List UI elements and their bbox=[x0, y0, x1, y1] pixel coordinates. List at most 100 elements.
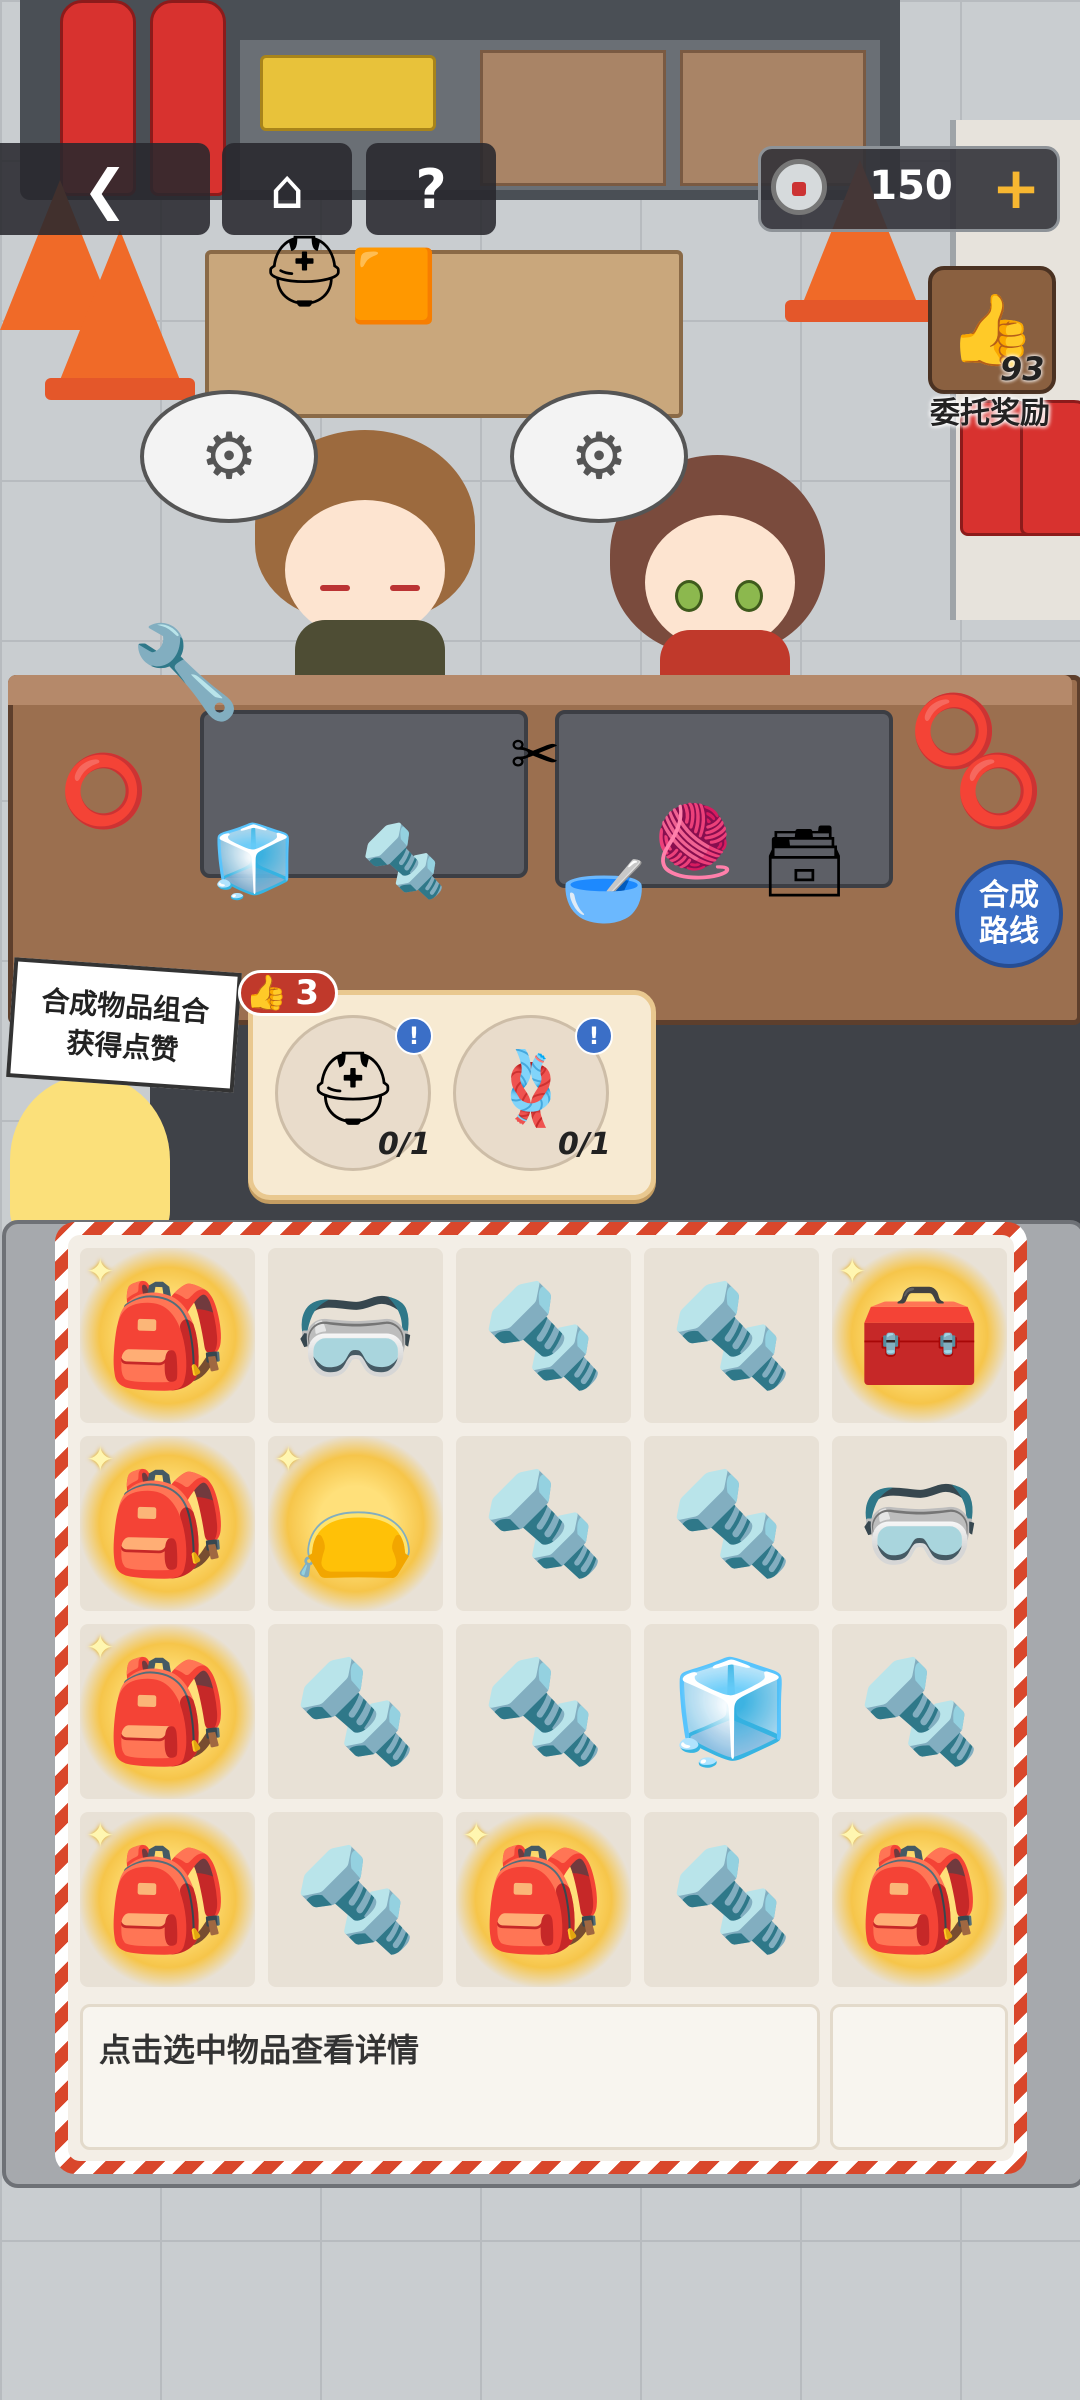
hint-sign: 合成物品组合 获得点赞 bbox=[6, 957, 242, 1093]
gem-box: 🗃 bbox=[760, 820, 849, 902]
gear-icon: ⚙ bbox=[570, 419, 628, 494]
task-panel: ⛑ ! 0/1 🪢 ! 0/1 bbox=[248, 990, 656, 1200]
white-helmet: ⛑ bbox=[260, 230, 349, 312]
tape-roll: ⭕ bbox=[955, 750, 1043, 832]
rescue-backpack-icon: 🎒 bbox=[105, 1276, 230, 1394]
sparkle-icon: ✦ bbox=[838, 1816, 867, 1856]
sparkle-icon: ✦ bbox=[86, 1440, 115, 1480]
folded-uniform: 🟧 bbox=[350, 245, 438, 327]
inventory-slot[interactable]: 🎒 ✦ bbox=[832, 1812, 1007, 1987]
inventory-slot[interactable]: 🎒 ✦ bbox=[80, 1624, 255, 1799]
anchor-bolt-icon: 🔩 bbox=[669, 1276, 794, 1394]
route-label-line2: 路线 bbox=[979, 914, 1039, 949]
sparkle-icon: ✦ bbox=[274, 1440, 303, 1480]
inventory-slot[interactable]: 🔩 bbox=[456, 1624, 631, 1799]
rescue-backpack-icon: 🎒 bbox=[481, 1840, 606, 1958]
drawstring-bag-icon: 👝 bbox=[293, 1464, 418, 1582]
item-detail-side-slot bbox=[830, 2004, 1008, 2150]
inventory-slot[interactable]: 🔩 bbox=[268, 1812, 443, 1987]
inventory-slot[interactable]: 🎒 ✦ bbox=[80, 1248, 255, 1423]
character-face bbox=[285, 500, 445, 640]
reward-count: 93 bbox=[1000, 350, 1045, 388]
tape-roll: ⭕ bbox=[60, 750, 148, 832]
inventory-slot[interactable]: 🔩 bbox=[832, 1624, 1007, 1799]
rescue-backpack-icon: 🎒 bbox=[105, 1840, 230, 1958]
food-bowl: 🥣 bbox=[560, 850, 648, 932]
home-button[interactable]: ⌂ bbox=[222, 143, 352, 235]
yellow-bin bbox=[260, 55, 436, 131]
inventory-slot[interactable]: 🎒 ✦ bbox=[456, 1812, 631, 1987]
inventory-slot[interactable]: 🎒 ✦ bbox=[80, 1812, 255, 1987]
help-button[interactable]: ? bbox=[366, 143, 496, 235]
traffic-cone bbox=[60, 230, 180, 380]
like-count: 3 bbox=[295, 973, 319, 1013]
first-aid-bag-icon: 🧰 bbox=[857, 1276, 982, 1394]
traffic-cone-base bbox=[45, 378, 195, 400]
inventory-slot[interactable]: 🧊 bbox=[644, 1624, 819, 1799]
sparkle-icon: ✦ bbox=[86, 1628, 115, 1668]
bolts-tray: 🔩 bbox=[360, 820, 448, 902]
rescue-backpack-icon: 🎒 bbox=[857, 1840, 982, 1958]
currency-counter: 150 + bbox=[758, 146, 1060, 232]
inventory-slot[interactable]: 🥽 bbox=[832, 1436, 1007, 1611]
synthesis-route-button[interactable]: 合成 路线 bbox=[955, 860, 1063, 968]
inventory-slot[interactable]: 🔩 bbox=[456, 1436, 631, 1611]
inventory-slot[interactable]: 🔩 bbox=[456, 1248, 631, 1423]
task-progress: 0/1 bbox=[558, 1127, 611, 1162]
task-alert-badge: ! bbox=[575, 1017, 613, 1055]
add-currency-button[interactable]: + bbox=[986, 153, 1046, 223]
gear-thought-bubble[interactable]: ⚙ bbox=[140, 390, 318, 523]
hydraulic-cutter: 🔧 bbox=[130, 620, 243, 725]
pliers: ✂ bbox=[510, 720, 561, 790]
route-label-line1: 合成 bbox=[979, 878, 1039, 913]
character-eye bbox=[675, 580, 703, 612]
inventory-slot[interactable]: 🔩 bbox=[644, 1436, 819, 1611]
character-eye bbox=[320, 585, 350, 591]
inventory-slot[interactable]: 🎒 ✦ bbox=[80, 1436, 255, 1611]
sparkle-icon: ✦ bbox=[86, 1252, 115, 1292]
anchor-bolt-icon: 🔩 bbox=[481, 1652, 606, 1770]
item-detail-box: 点击选中物品查看详情 bbox=[80, 2004, 820, 2150]
anchor-bolt-icon: 🔩 bbox=[293, 1840, 418, 1958]
chevron-left-icon: ❮ bbox=[82, 157, 128, 221]
anchor-bolt-icon: 🔩 bbox=[669, 1464, 794, 1582]
anchor-bolt-icon: 🔩 bbox=[481, 1464, 606, 1582]
inventory-slot[interactable]: 🔩 bbox=[644, 1812, 819, 1987]
tape-roll-icon bbox=[771, 159, 827, 215]
traffic-cone-base bbox=[785, 300, 935, 322]
help-icon: ? bbox=[415, 157, 447, 221]
character-eye bbox=[390, 585, 420, 591]
ice-cubes-icon: 🧊 bbox=[669, 1652, 794, 1770]
safety-goggles-icon: 🥽 bbox=[857, 1464, 982, 1582]
inventory-slot[interactable]: 🔩 bbox=[268, 1624, 443, 1799]
gear-thought-bubble[interactable]: ⚙ bbox=[510, 390, 688, 523]
task-progress: 0/1 bbox=[378, 1127, 431, 1162]
anchor-bolt-icon: 🔩 bbox=[293, 1652, 418, 1770]
sparkle-icon: ✦ bbox=[462, 1816, 491, 1856]
inventory-slot[interactable]: 🥽 bbox=[268, 1248, 443, 1423]
reward-label: 委托奖励 bbox=[930, 396, 1050, 431]
rescue-backpack-icon: 🎒 bbox=[105, 1464, 230, 1582]
detail-hint-text: 点击选中物品查看详情 bbox=[99, 2031, 420, 2069]
sparkle-icon: ✦ bbox=[838, 1252, 867, 1292]
cardboard-box bbox=[480, 50, 666, 186]
inventory-slot[interactable]: 🧰 ✦ bbox=[832, 1248, 1007, 1423]
inventory-slot[interactable]: 👝 ✦ bbox=[268, 1436, 443, 1611]
character-eye bbox=[735, 580, 763, 612]
like-count-badge: 👍 3 bbox=[238, 970, 338, 1016]
thumbs-up-icon: 👍 bbox=[245, 973, 288, 1013]
task-alert-badge: ! bbox=[395, 1017, 433, 1055]
yellow-rope-spool: 🧶 bbox=[650, 800, 738, 882]
ice-tray: 🧊 bbox=[210, 820, 298, 902]
sparkle-icon: ✦ bbox=[86, 1816, 115, 1856]
anchor-bolt-icon: 🔩 bbox=[481, 1276, 606, 1394]
inventory-slot[interactable]: 🔩 bbox=[644, 1248, 819, 1423]
back-button[interactable]: ❮ bbox=[0, 143, 210, 235]
home-icon: ⌂ bbox=[269, 157, 305, 221]
anchor-bolt-icon: 🔩 bbox=[857, 1652, 982, 1770]
anchor-bolt-icon: 🔩 bbox=[669, 1840, 794, 1958]
gear-icon: ⚙ bbox=[200, 419, 258, 494]
rescue-backpack-icon: 🎒 bbox=[105, 1652, 230, 1770]
face-shield-icon: 🥽 bbox=[293, 1276, 418, 1394]
currency-value: 150 bbox=[869, 163, 953, 209]
